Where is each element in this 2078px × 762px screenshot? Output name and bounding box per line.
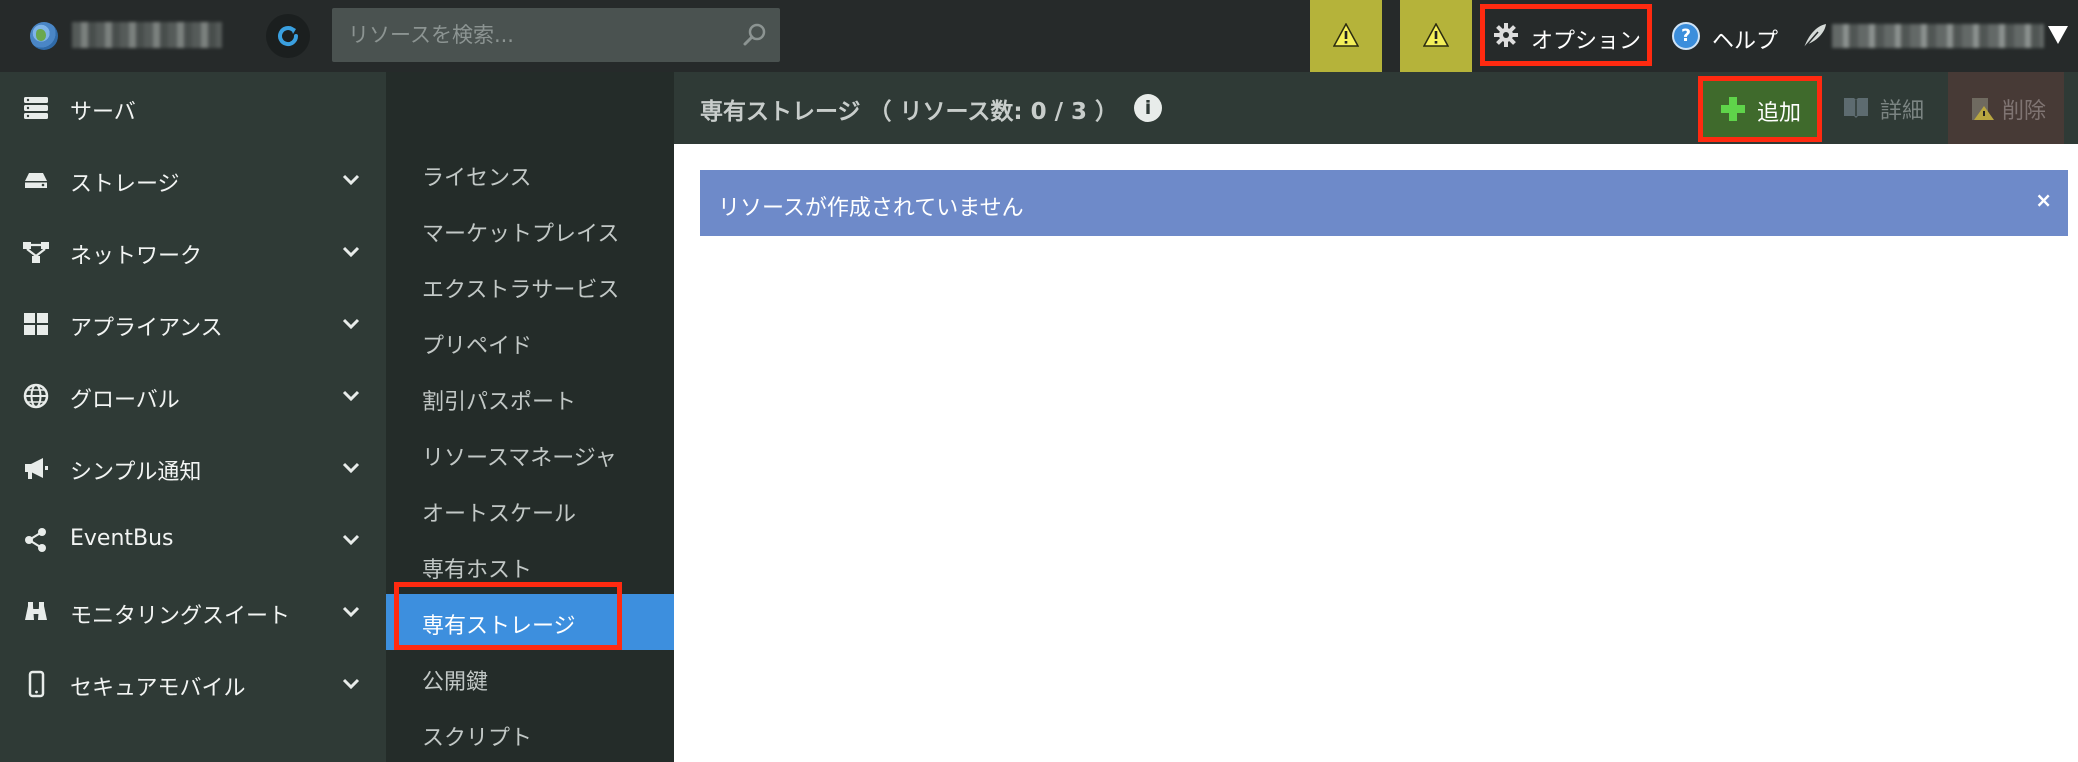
sidebar-item-monitoring-suite[interactable]: モニタリングスイート: [0, 576, 386, 648]
delete-label: 削除: [2002, 99, 2047, 124]
submenu-item-prepaid[interactable]: プリペイド: [386, 314, 674, 370]
book-icon: [1844, 98, 1868, 118]
feather-icon: [1803, 24, 1826, 49]
options-label: オプション: [1531, 29, 1642, 54]
chevron-down-icon: [342, 174, 360, 186]
sidebar-item-label: EventBus: [70, 526, 174, 551]
submenu-item-license[interactable]: ライセンス: [386, 146, 674, 202]
submenu-item-label: プリペイド: [422, 334, 533, 359]
delete-warning-icon: [1972, 98, 1994, 120]
close-icon[interactable]: ×: [2035, 188, 2052, 212]
chevron-down-icon: [342, 390, 360, 402]
user-menu-caret-icon[interactable]: [2048, 26, 2068, 44]
submenu-item-label: 割引パスポート: [422, 390, 577, 415]
sidebar-item-simple-notification[interactable]: シンプル通知: [0, 432, 386, 504]
account-name-redacted[interactable]: [72, 22, 222, 48]
chevron-down-icon: [342, 606, 360, 618]
sidebar-item-network[interactable]: ネットワーク: [0, 216, 386, 288]
sidebar-item-storage[interactable]: ストレージ: [0, 144, 386, 216]
submenu-item-label: マーケットプレイス: [422, 222, 620, 247]
options-button[interactable]: オプション: [1480, 4, 1652, 66]
detail-button[interactable]: 詳細: [1828, 72, 1948, 144]
chevron-down-icon: [342, 534, 360, 546]
sidebar-item-eventbus[interactable]: EventBus: [0, 504, 386, 576]
appliance-grid-icon: [24, 313, 48, 335]
network-icon: [23, 242, 49, 263]
delete-button[interactable]: 削除: [1948, 72, 2064, 144]
refresh-button[interactable]: [266, 14, 310, 58]
submenu-item-label: 専有ストレージ: [422, 614, 576, 639]
chevron-down-icon: [342, 678, 360, 690]
chevron-down-icon: [342, 318, 360, 330]
mobile-icon: [28, 670, 45, 698]
submenu-item-dedicated-host[interactable]: 専有ホスト: [386, 538, 674, 594]
sidebar-item-label: アプライアンス: [70, 316, 223, 341]
info-icon[interactable]: i: [1134, 94, 1162, 122]
globe-icon[interactable]: [30, 22, 58, 50]
sidebar-item-global[interactable]: グローバル: [0, 360, 386, 432]
submenu-item-public-key[interactable]: 公開鍵: [386, 650, 674, 706]
sidebar-item-label: シンプル通知: [70, 460, 202, 485]
binoculars-icon: [25, 602, 47, 620]
globe-icon: [23, 383, 49, 409]
page-title: 専有ストレージ （ リソース数: 0 / 3 ）: [700, 99, 1119, 125]
submenu-item-resource-manager[interactable]: リソースマネージャ: [386, 426, 674, 482]
add-button[interactable]: 追加: [1698, 76, 1822, 142]
submenu-item-label: リソースマネージャ: [422, 446, 617, 471]
warning-icon: [1333, 23, 1359, 47]
add-label: 追加: [1757, 101, 1802, 126]
submenu-item-dedicated-storage[interactable]: 専有ストレージ: [386, 594, 674, 650]
megaphone-icon: [25, 458, 48, 479]
search-input[interactable]: [348, 18, 728, 52]
warning-button-2[interactable]: [1400, 0, 1472, 72]
user-name-redacted[interactable]: [1832, 24, 2044, 48]
sidebar-item-appliance[interactable]: アプライアンス: [0, 288, 386, 360]
main-sidebar: サーバ ストレージ ネットワーク アプライアンス グローバル シンプル通知 Ev…: [0, 72, 386, 762]
sidebar-item-label: ネットワーク: [70, 244, 203, 269]
sidebar-item-label: サーバ: [70, 100, 136, 125]
search-box: [332, 8, 780, 62]
sidebar-item-server[interactable]: サーバ: [0, 72, 386, 144]
submenu-item-script[interactable]: スクリプト: [386, 706, 674, 762]
chevron-down-icon: [342, 462, 360, 474]
help-label: ヘルプ: [1712, 29, 1779, 54]
submenu-item-label: スクリプト: [422, 726, 533, 751]
gear-icon: [1494, 23, 1518, 47]
submenu-item-discount-passport[interactable]: 割引パスポート: [386, 370, 674, 426]
submenu-item-marketplace[interactable]: マーケットプレイス: [386, 202, 674, 258]
content-area: リソースが作成されていません ×: [674, 144, 2078, 762]
warning-icon: [1423, 23, 1449, 47]
share-icon: [25, 528, 46, 552]
plus-icon: [1721, 97, 1745, 121]
submenu-item-label: エクストラサービス: [422, 278, 620, 303]
alert-message: リソースが作成されていません: [718, 196, 1024, 221]
top-bar: オプション ? ヘルプ: [0, 0, 2078, 72]
search-icon[interactable]: [742, 22, 768, 48]
submenu-item-autoscale[interactable]: オートスケール: [386, 482, 674, 538]
sidebar-item-secure-mobile[interactable]: セキュアモバイル: [0, 648, 386, 720]
submenu-item-extra-service[interactable]: エクストラサービス: [386, 258, 674, 314]
sub-menu: ライセンス マーケットプレイス エクストラサービス プリペイド 割引パスポート …: [386, 72, 674, 762]
submenu-item-label: 公開鍵: [422, 670, 489, 695]
sidebar-item-label: ストレージ: [70, 172, 180, 197]
chevron-down-icon: [342, 246, 360, 258]
empty-resources-alert: リソースが作成されていません ×: [700, 170, 2068, 236]
detail-label: 詳細: [1880, 99, 1925, 124]
submenu-item-label: オートスケール: [422, 502, 577, 527]
sidebar-item-label: セキュアモバイル: [70, 676, 246, 701]
server-icon: [24, 97, 48, 119]
submenu-item-label: 専有ホスト: [422, 558, 533, 583]
refresh-icon: [278, 26, 299, 46]
sidebar-item-label: グローバル: [70, 388, 180, 413]
help-question-icon: ?: [1672, 22, 1700, 50]
submenu-item-label: ライセンス: [422, 166, 532, 191]
warning-button-1[interactable]: [1310, 0, 1382, 72]
sidebar-item-label: モニタリングスイート: [70, 604, 291, 629]
storage-icon: [25, 173, 47, 188]
